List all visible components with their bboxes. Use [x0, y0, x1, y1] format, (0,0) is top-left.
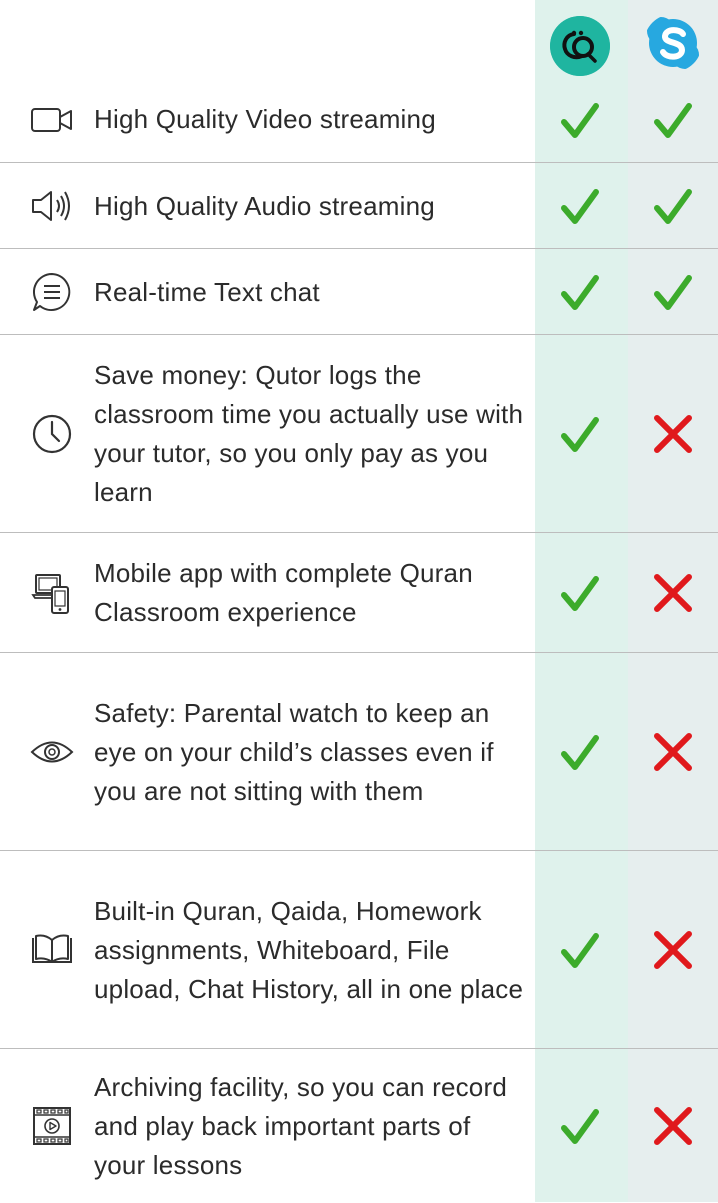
feature-row: Real-time Text chat [0, 248, 718, 335]
video-camera-icon [28, 96, 76, 144]
skype-cross-icon [651, 730, 695, 774]
qutor-check-icon [558, 412, 602, 456]
chat-bubble-icon [28, 268, 76, 316]
skype-cross-icon [651, 571, 695, 615]
open-book-icon [28, 926, 76, 974]
skype-cross-icon [651, 928, 695, 972]
feature-row: Built-in Quran, Qaida, Homework assignme… [0, 850, 718, 1049]
skype-cross-icon [651, 412, 695, 456]
comparison-table: High Quality Video streaming High Quality… [0, 0, 718, 1202]
film-play-icon [28, 1102, 76, 1150]
qutor-check-icon [558, 1104, 602, 1148]
feature-label: Mobile app with complete Quran Classroom… [94, 558, 473, 627]
skype-cross-icon [651, 1104, 695, 1148]
skype-check-icon [651, 98, 695, 142]
feature-row: Safety: Parental watch to keep an eye on… [0, 652, 718, 851]
feature-row: High Quality Video streaming [0, 77, 718, 162]
feature-row: Archiving facility, so you can record an… [0, 1048, 718, 1203]
clock-icon [28, 410, 76, 458]
table-header [0, 0, 718, 77]
feature-label: Archiving facility, so you can record an… [94, 1071, 507, 1180]
feature-label: Built-in Quran, Qaida, Homework assignme… [94, 895, 524, 1004]
skype-logo-icon [647, 17, 699, 69]
eye-icon [28, 728, 76, 776]
feature-label: Real-time Text chat [94, 276, 320, 307]
feature-label: High Quality Video streaming [94, 104, 436, 134]
qutor-check-icon [558, 184, 602, 228]
feature-label: High Quality Audio streaming [94, 190, 435, 221]
skype-check-icon [651, 270, 695, 314]
qutor-check-icon [558, 928, 602, 972]
feature-row: Save money: Qutor logs the classroom tim… [0, 334, 718, 533]
feature-row: Mobile app with complete Quran Classroom… [0, 532, 718, 653]
qutor-check-icon [558, 270, 602, 314]
speaker-icon [28, 182, 76, 230]
qutor-check-icon [558, 571, 602, 615]
devices-icon [28, 569, 76, 617]
qutor-check-icon [558, 98, 602, 142]
feature-row: High Quality Audio streaming [0, 162, 718, 249]
qutor-check-icon [558, 730, 602, 774]
feature-label: Safety: Parental watch to keep an eye on… [94, 697, 494, 806]
feature-label: Save money: Qutor logs the classroom tim… [94, 360, 524, 507]
skype-check-icon [651, 184, 695, 228]
qutor-logo-icon [550, 16, 610, 76]
